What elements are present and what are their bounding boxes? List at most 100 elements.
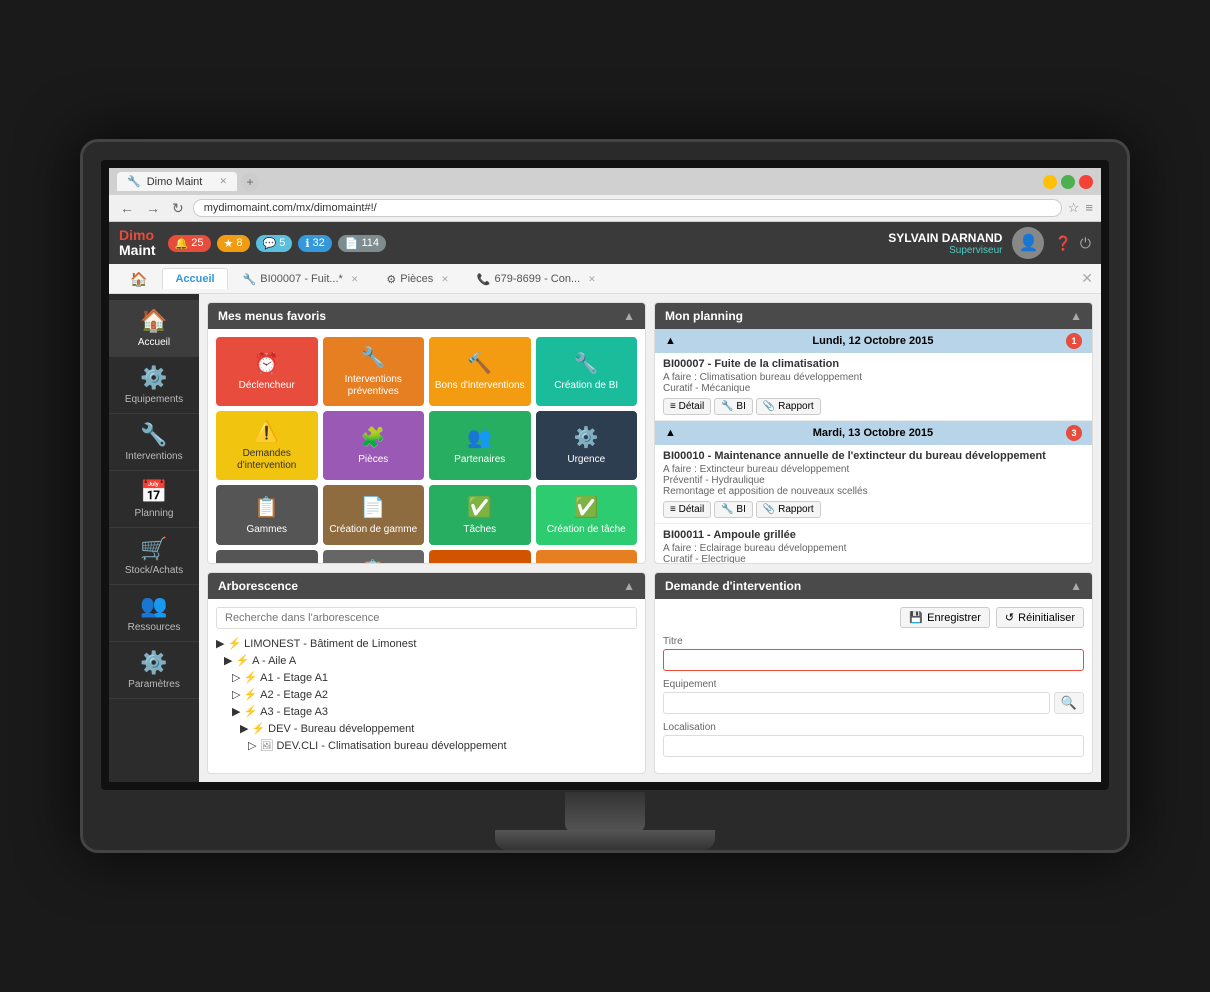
forward-button[interactable]: → [143,200,163,216]
planning-chevron-icon[interactable]: ▲ [1070,309,1082,323]
localisation-input[interactable] [663,735,1084,757]
phone-icon: 📞 [477,273,491,286]
user-avatar[interactable]: 👤 [1012,227,1044,259]
tree-expand-icon7[interactable]: ▷ [248,739,256,752]
url-bar[interactable]: mydimomaint.com/mx/dimomaint#!/ [193,199,1062,217]
planning-day-tuesday: ▲ Mardi, 13 Octobre 2015 3 [655,421,1092,445]
fav-taches[interactable]: ✅ Tâches [429,485,531,545]
tree-expand-icon4[interactable]: ▷ [232,688,240,701]
fav-creation-gamme[interactable]: 📄 Création de gamme [323,485,425,545]
arbo-title: Arborescence [218,579,298,593]
fav-partenaires[interactable]: 👥 Partenaires [429,411,531,480]
tab-pieces-close-icon[interactable]: ✕ [441,274,449,285]
close-button[interactable] [1079,175,1093,189]
arbo-search-input[interactable] [216,607,637,629]
info-icon: ℹ [305,237,309,250]
fav-utilisateurs[interactable]: 👤 Utilisateurs [216,550,318,564]
tree-expand-icon3[interactable]: ▷ [232,671,240,684]
tree-expand-icon6[interactable]: ▶ [240,722,248,735]
tab-home[interactable]: 🏠 [117,266,160,292]
tab-bi-close-icon[interactable]: ✕ [351,274,359,285]
chat-badge[interactable]: 💬 5 [256,235,293,252]
tree-expand-icon5[interactable]: ▶ [232,705,240,718]
day-expand-icon[interactable]: ▲ [665,335,676,347]
favorites-chevron-icon[interactable]: ▲ [623,309,635,323]
minimize-button[interactable] [1043,175,1057,189]
tab-accueil[interactable]: Accueil [162,268,227,289]
fav-arborescence-profils[interactable]: 📋 Arborescence de profils [323,550,425,564]
save-icon: 💾 [909,611,923,624]
reinitialiser-button[interactable]: ↺ Réinitialiser [996,607,1084,628]
equipement-input[interactable] [663,692,1050,714]
tab-pieces[interactable]: ⚙ Pièces ✕ [373,268,461,290]
bi-button[interactable]: 🔧 BI [714,398,753,415]
tree-expand-icon2[interactable]: ▶ [224,654,232,667]
alerts-badge[interactable]: 🔔 25 [168,235,211,252]
detail-button-bi10a[interactable]: ≡ Détail [663,501,711,518]
stars-badge[interactable]: ★ 8 [217,235,250,252]
fav-bons-interventions[interactable]: 🔨 Bons d'interventions [429,337,531,406]
sidebar-item-interventions[interactable]: 🔧 Interventions [109,414,199,471]
sidebar-item-accueil[interactable]: 🏠 Accueil [109,300,199,357]
demande-chevron-icon[interactable]: ▲ [1070,579,1082,593]
close-all-tabs-button[interactable]: ✕ [1081,270,1093,287]
bookmark-icon[interactable]: ☆ [1068,200,1080,216]
tree-label2: A - Aile A [252,655,296,667]
new-tab-button[interactable]: + [241,173,259,191]
bi-button-bi10a[interactable]: 🔧 BI [714,501,753,518]
browser-tab[interactable]: 🔧 Dimo Maint ✕ [117,172,237,191]
refresh-button[interactable]: ↻ [169,200,187,217]
window-controls [1043,175,1093,189]
fav-urgence[interactable]: ⚙️ Urgence [536,411,638,480]
day2-expand-icon[interactable]: ▲ [665,427,676,439]
titre-input[interactable] [663,649,1084,671]
tree-expand-icon[interactable]: ▶ [216,637,224,650]
fav-imputation[interactable]: ⚙️ Imputation [536,550,638,564]
maximize-button[interactable] [1061,175,1075,189]
item-title: BI00007 - Fuite de la climatisation [663,358,1084,370]
sidebar-item-ressources[interactable]: 👥 Ressources [109,585,199,642]
dashboard-content: Mes menus favoris ▲ ⏰ Déclencheur 🔧 Inte… [199,294,1101,782]
back-button[interactable]: ← [117,200,137,216]
bolt5-icon: ⚡ [243,705,257,718]
day-label: Lundi, 12 Octobre 2015 [812,335,933,347]
fav-declencheur[interactable]: ⏰ Déclencheur [216,337,318,406]
sidebar-item-parametres[interactable]: ⚙️ Paramètres [109,642,199,699]
rapport-button[interactable]: 📎 Rapport [756,398,821,415]
enregistrer-button[interactable]: 💾 Enregistrer [900,607,990,628]
gammes-icon: 📋 [254,495,279,520]
planning-content: ▲ Lundi, 12 Octobre 2015 1 BI00007 - Fui… [655,329,1092,564]
arbo-chevron-icon[interactable]: ▲ [623,579,635,593]
user-role: Superviseur [888,245,1002,256]
demande-title: Demande d'intervention [665,579,801,593]
sidebar-item-stock[interactable]: 🛒 Stock/Achats [109,528,199,585]
docs-badge[interactable]: 📄 114 [338,235,386,252]
fav-creation-bi[interactable]: 🔧 Création de BI [536,337,638,406]
sidebar-label-accueil: Accueil [138,337,170,348]
tab-close-icon[interactable]: ✕ [219,176,227,187]
fav-gammes[interactable]: 📋 Gammes [216,485,318,545]
arbo-profils-icon: 📋 [361,558,386,564]
info-badge[interactable]: ℹ 32 [298,235,331,252]
detail-button[interactable]: ≡ Détail [663,398,711,415]
sidebar-label-stock: Stock/Achats [125,565,183,576]
extensions-icon[interactable]: ≡ [1085,200,1093,216]
fav-famille-piece[interactable]: ⚙️ Famille de pièce [429,550,531,564]
tab-contact-close-icon[interactable]: ✕ [588,274,596,285]
fav-demandes-intervention[interactable]: ⚠️ Demandes d'intervention [216,411,318,480]
sidebar-item-equipements[interactable]: ⚙️ Equipements [109,357,199,414]
power-icon[interactable]: ⏻ [1080,235,1091,252]
fav-creation-tache[interactable]: ✅ Création de tâche [536,485,638,545]
fav-interventions-preventives[interactable]: 🔧 Interventions préventives [323,337,425,406]
help-icon[interactable]: ❓ [1054,235,1071,252]
wrench2-icon: 🔧 [574,351,599,376]
demande-panel: Demande d'intervention ▲ 💾 Enregistrer [654,572,1093,774]
wrench-fav-icon: 🔧 [361,345,386,370]
sidebar-item-planning[interactable]: 📅 Planning [109,471,199,528]
fav-pieces[interactable]: 🧩 Pièces [323,411,425,480]
rapport-button-bi10a[interactable]: 📎 Rapport [756,501,821,518]
browser-addressbar: ← → ↻ mydimomaint.com/mx/dimomaint#!/ ☆ … [109,195,1101,221]
tab-bi00007[interactable]: 🔧 BI00007 - Fuit...* ✕ [230,268,372,290]
tab-contact[interactable]: 📞 679-8699 - Con... ✕ [464,268,609,290]
equipement-search-button[interactable]: 🔍 [1054,692,1084,714]
